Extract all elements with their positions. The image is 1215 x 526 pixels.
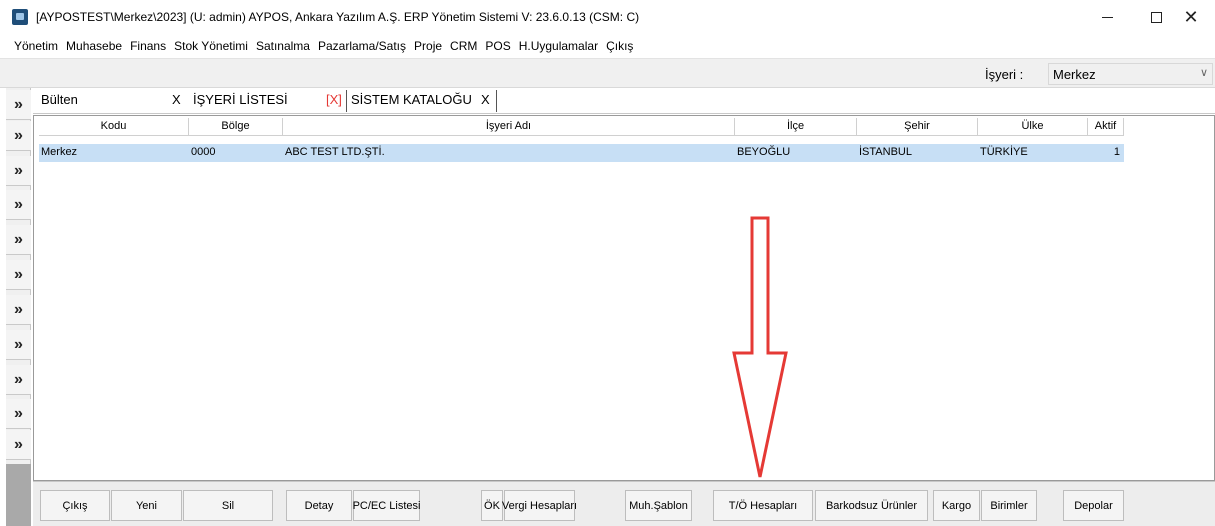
- cell-kodu: Merkez: [41, 146, 78, 158]
- cikis-button[interactable]: Çıkış: [40, 490, 110, 521]
- sidebar-expand-button-5[interactable]: »: [6, 225, 31, 255]
- close-button[interactable]: ✕: [1168, 0, 1214, 34]
- double-chevron-right-icon: »: [14, 195, 23, 213]
- column-header-isyeri-adi[interactable]: İşyeri Adı: [283, 118, 735, 136]
- bottom-button-bar: Çıkış Yeni Sil Detay PC/EC Listesi ÖK Ve…: [33, 481, 1215, 526]
- sidebar-expand-button-6[interactable]: »: [6, 260, 31, 290]
- column-header-bolge[interactable]: Bölge: [189, 118, 283, 136]
- chevron-down-icon: ∨: [1199, 67, 1208, 79]
- window-title: [AYPOSTEST\Merkez\2023] (U: admin) AYPOS…: [36, 10, 640, 24]
- tab-isyeri-listesi[interactable]: İŞYERİ LİSTESİ: [193, 92, 288, 107]
- sidebar-expand-button-9[interactable]: »: [6, 365, 31, 395]
- cell-ulke: TÜRKİYE: [980, 146, 1028, 158]
- cell-isyeri-adi: ABC TEST LTD.ŞTİ.: [285, 146, 385, 158]
- double-chevron-right-icon: »: [14, 95, 23, 113]
- kargo-button[interactable]: Kargo: [933, 490, 980, 521]
- sidebar-expand-button-11[interactable]: »: [6, 430, 31, 460]
- sidebar-expand-button-2[interactable]: »: [6, 121, 31, 151]
- sidebar-expand-button-4[interactable]: »: [6, 190, 31, 220]
- tab-sistem-katalogu-close[interactable]: X: [481, 92, 490, 107]
- menu-item-yonetim[interactable]: Yönetim: [10, 39, 62, 53]
- table-row[interactable]: Merkez 0000 ABC TEST LTD.ŞTİ. BEYOĞLU İS…: [39, 144, 1124, 162]
- ok-button[interactable]: ÖK: [481, 490, 503, 521]
- title-bar: [AYPOSTEST\Merkez\2023] (U: admin) AYPOS…: [0, 0, 1215, 34]
- double-chevron-right-icon: »: [14, 404, 23, 422]
- maximize-icon: [1150, 11, 1162, 23]
- sidebar-expand-button-10[interactable]: »: [6, 399, 31, 429]
- double-chevron-right-icon: »: [14, 335, 23, 353]
- menu-item-satinalma[interactable]: Satınalma: [252, 39, 314, 53]
- tab-bar: Bülten X İŞYERİ LİSTESİ [X] SİSTEM KATAL…: [33, 88, 1215, 114]
- sidebar-expand-button-1[interactable]: »: [6, 90, 31, 120]
- isyeri-label: İşyeri :: [985, 67, 1024, 82]
- yeni-button[interactable]: Yeni: [111, 490, 182, 521]
- cell-aktif: 1: [1113, 146, 1120, 158]
- menu-item-pos[interactable]: POS: [481, 39, 514, 53]
- to-hesaplari-button[interactable]: T/Ö Hesapları: [713, 490, 813, 521]
- double-chevron-right-icon: »: [14, 265, 23, 283]
- muh-sablon-button[interactable]: Muh.Şablon: [625, 490, 692, 521]
- minimize-icon: [1101, 16, 1113, 18]
- pc-ec-listesi-button[interactable]: PC/EC Listesi: [353, 490, 420, 521]
- menu-item-crm[interactable]: CRM: [446, 39, 481, 53]
- menu-item-h-uygulamalar[interactable]: H.Uygulamalar: [515, 39, 602, 53]
- vergi-hesaplari-button[interactable]: Vergi Hesapları: [502, 490, 577, 521]
- column-header-aktif[interactable]: Aktif: [1088, 118, 1124, 136]
- sidebar-empty-area: [6, 464, 31, 526]
- column-header-ilce[interactable]: İlçe: [735, 118, 857, 136]
- tab-sistem-katalogu[interactable]: SİSTEM KATALOĞU: [351, 92, 472, 107]
- tab-isyeri-listesi-close[interactable]: [X]: [326, 92, 342, 107]
- double-chevron-right-icon: »: [14, 230, 23, 248]
- double-chevron-right-icon: »: [14, 126, 23, 144]
- app-icon: [12, 9, 28, 25]
- cell-sehir: İSTANBUL: [859, 146, 912, 158]
- sil-button[interactable]: Sil: [183, 490, 273, 521]
- sidebar-expand-button-7[interactable]: »: [6, 295, 31, 325]
- double-chevron-right-icon: »: [14, 370, 23, 388]
- minimize-button[interactable]: [1084, 0, 1130, 34]
- grid-header: Kodu Bölge İşyeri Adı İlçe Şehir Ülke Ak…: [39, 118, 1124, 136]
- isyeri-select-value: Merkez: [1053, 67, 1096, 82]
- cell-ilce: BEYOĞLU: [737, 146, 791, 158]
- column-header-ulke[interactable]: Ülke: [978, 118, 1088, 136]
- double-chevron-right-icon: »: [14, 300, 23, 318]
- sidebar-expand-button-3[interactable]: »: [6, 156, 31, 186]
- birimler-button[interactable]: Birimler: [981, 490, 1037, 521]
- double-chevron-right-icon: »: [14, 435, 23, 453]
- annotation-arrow-icon: [732, 216, 788, 478]
- menu-item-muhasebe[interactable]: Muhasebe: [62, 39, 126, 53]
- depolar-button[interactable]: Depolar: [1063, 490, 1124, 521]
- column-header-kodu[interactable]: Kodu: [39, 118, 189, 136]
- detay-button[interactable]: Detay: [286, 490, 352, 521]
- toolbar-row: İşyeri : Merkez ∨: [0, 58, 1215, 88]
- menu-item-proje[interactable]: Proje: [410, 39, 446, 53]
- tab-separator: [346, 90, 347, 112]
- left-sidebar: » » » » » » » » » » »: [6, 88, 31, 526]
- menu-item-pazarlama-satis[interactable]: Pazarlama/Satış: [314, 39, 410, 53]
- menu-item-finans[interactable]: Finans: [126, 39, 170, 53]
- tab-bulten[interactable]: Bülten: [41, 92, 78, 107]
- double-chevron-right-icon: »: [14, 161, 23, 179]
- menu-item-stok-yonetimi[interactable]: Stok Yönetimi: [170, 39, 252, 53]
- cell-bolge: 0000: [191, 146, 216, 158]
- sidebar-expand-button-8[interactable]: »: [6, 330, 31, 360]
- tab-separator: [496, 90, 497, 112]
- column-header-sehir[interactable]: Şehir: [857, 118, 978, 136]
- barkodsuz-urunler-button[interactable]: Barkodsuz Ürünler: [815, 490, 928, 521]
- close-icon: ✕: [1183, 6, 1199, 28]
- data-grid: Kodu Bölge İşyeri Adı İlçe Şehir Ülke Ak…: [33, 115, 1215, 481]
- tab-bulten-close[interactable]: X: [172, 92, 181, 107]
- menu-item-cikis[interactable]: Çıkış: [602, 39, 637, 53]
- isyeri-select[interactable]: Merkez ∨: [1048, 63, 1213, 85]
- menu-bar: Yönetim Muhasebe Finans Stok Yönetimi Sa…: [0, 34, 1215, 58]
